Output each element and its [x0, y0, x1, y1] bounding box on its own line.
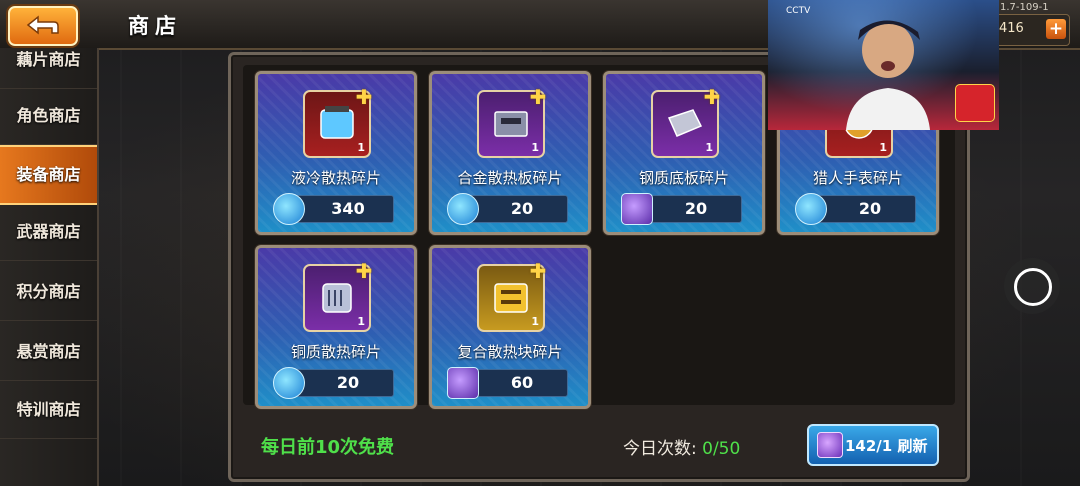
fragment-icon: ✚: [703, 85, 721, 109]
blue-crystal-icon: [273, 367, 305, 399]
price-bar: 340: [273, 193, 394, 225]
item-quantity: 1: [879, 141, 887, 154]
item-price: 60: [510, 373, 534, 392]
fragment-icon: ✚: [355, 259, 373, 283]
blue-crystal-icon: [795, 193, 827, 225]
tv-logo: CCTV: [786, 6, 811, 16]
price-bar: 20: [795, 193, 916, 225]
item-quantity: 1: [357, 141, 365, 154]
currency-display: 416 +: [990, 14, 1070, 46]
price-bar: 20: [447, 193, 568, 225]
composite-heat-block-icon: ✚ 1: [477, 260, 546, 332]
steel-base-plate-icon: ✚ 1: [651, 86, 720, 158]
item-quantity: 1: [531, 315, 539, 328]
sidebar: 藕片商店 角色商店 装备商店 武器商店 积分商店 悬赏商店 特训商店: [0, 48, 99, 486]
shop-item-card[interactable]: ✚ 1 铜质散热碎片 20: [255, 245, 417, 409]
sidebar-item-0[interactable]: 藕片商店: [0, 32, 97, 89]
page-title: 商店: [128, 14, 182, 38]
blue-crystal-icon: [447, 193, 479, 225]
sidebar-item-character-shop[interactable]: 角色商店: [0, 88, 97, 145]
currency-value: 416: [999, 21, 1024, 36]
person-image: [846, 20, 930, 130]
floating-joystick-button[interactable]: [1004, 258, 1060, 314]
refresh-label: 142/1 刷新: [845, 437, 928, 455]
item-name: 液冷散热碎片: [290, 169, 381, 187]
item-name: 合金散热板碎片: [457, 169, 563, 187]
item-name: 铜质散热碎片: [290, 343, 381, 361]
price-bar: 20: [273, 367, 394, 399]
item-name: 猎人手表碎片: [812, 169, 903, 187]
sidebar-item-training-shop[interactable]: 特训商店: [0, 382, 97, 439]
purple-token-icon: [447, 367, 479, 399]
refresh-token-icon: [817, 432, 843, 458]
item-price: 20: [858, 199, 882, 218]
alloy-heat-plate-icon: ✚ 1: [477, 86, 546, 158]
item-quantity: 1: [531, 141, 539, 154]
video-overlay[interactable]: CCTV: [768, 0, 999, 130]
item-price: 20: [684, 199, 708, 218]
copper-heatsink-icon: ✚ 1: [303, 260, 372, 332]
version-text: 1.7-109-1: [1000, 2, 1049, 13]
shop-item-card[interactable]: ✚ 1 钢质底板碎片 20: [603, 71, 765, 235]
purple-token-icon: [621, 193, 653, 225]
daily-count: 今日次数: 0/50: [623, 434, 740, 459]
item-quantity: 1: [705, 141, 713, 154]
price-bar: 20: [621, 193, 742, 225]
sidebar-item-bounty-shop[interactable]: 悬赏商店: [0, 324, 97, 381]
daily-count-label: 今日次数:: [623, 439, 697, 459]
item-price: 20: [336, 373, 360, 392]
item-name: 钢质底板碎片: [638, 169, 729, 187]
add-currency-button[interactable]: +: [1046, 19, 1066, 39]
item-quantity: 1: [357, 315, 365, 328]
shop-item-card[interactable]: ✚ 1 液冷散热碎片 340: [255, 71, 417, 235]
shop-item-card[interactable]: ✚ 1 合金散热板碎片 20: [429, 71, 591, 235]
liquid-cooler-icon: ✚ 1: [303, 86, 372, 158]
shop-item-card[interactable]: ✚ 1 复合散热块碎片 60: [429, 245, 591, 409]
sidebar-item-points-shop[interactable]: 积分商店: [0, 264, 97, 321]
fragment-icon: ✚: [355, 85, 373, 109]
show-badge-icon: [955, 84, 995, 122]
free-refresh-note: 每日前10次免费: [261, 437, 395, 458]
item-name: 复合散热块碎片: [457, 343, 563, 361]
fragment-icon: ✚: [529, 85, 547, 109]
sidebar-item-weapon-shop[interactable]: 武器商店: [0, 204, 97, 261]
refresh-button[interactable]: 142/1 刷新: [807, 424, 939, 466]
blue-crystal-icon: [273, 193, 305, 225]
price-bar: 60: [447, 367, 568, 399]
item-price: 340: [331, 199, 365, 218]
daily-count-value: 0/50: [702, 439, 741, 459]
fragment-icon: ✚: [529, 259, 547, 283]
sidebar-item-equipment-shop[interactable]: 装备商店: [0, 145, 97, 205]
item-price: 20: [510, 199, 534, 218]
